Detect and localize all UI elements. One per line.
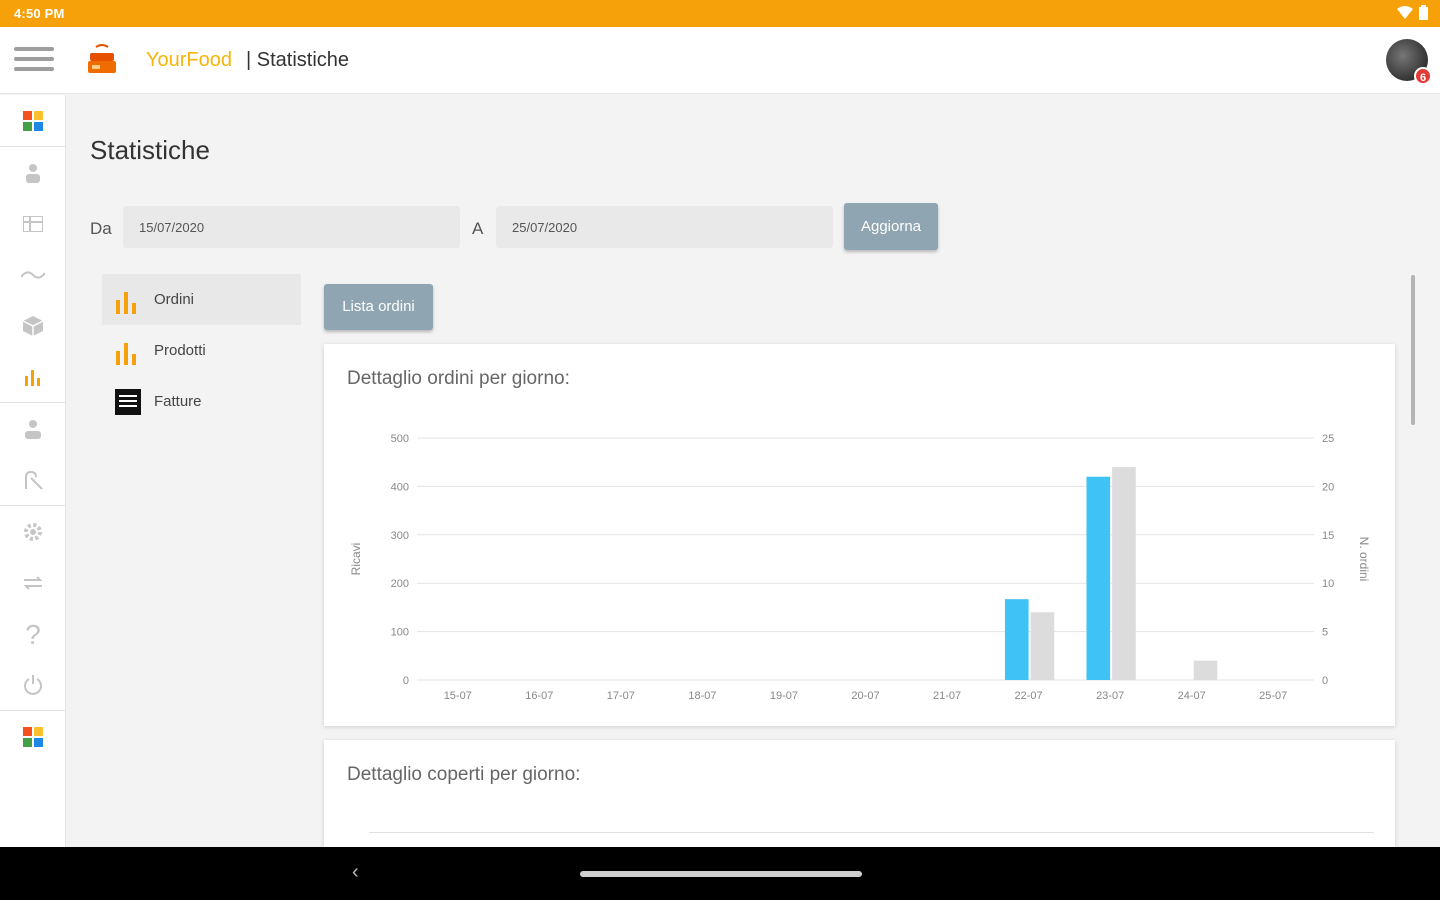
yourfood-logo xyxy=(88,44,116,73)
menu-icon[interactable] xyxy=(14,47,54,75)
notification-badge: 6 xyxy=(1414,67,1432,85)
from-date-field[interactable] xyxy=(123,206,460,248)
submenu-item-label: Fatture xyxy=(154,393,202,410)
person-icon xyxy=(25,163,40,183)
y2-tick-label: 5 xyxy=(1322,627,1328,639)
y-tick-label: 0 xyxy=(403,675,409,687)
help-icon: ? xyxy=(25,620,41,648)
update-button[interactable]: Aggiorna xyxy=(844,203,938,250)
bar-chart-icon xyxy=(114,286,142,314)
status-bar: 4:50 PM xyxy=(0,0,1440,27)
y2-axis-label: N. ordini xyxy=(1357,537,1371,582)
avatar[interactable]: 6 xyxy=(1386,39,1432,85)
box-icon xyxy=(22,315,43,336)
rail-item-tables[interactable] xyxy=(0,198,65,249)
app-bar: YourFood | Statistiche 6 xyxy=(0,27,1440,94)
chart-gridline xyxy=(369,832,1374,833)
chart-bar-revenue xyxy=(1086,476,1111,680)
rail-item-help[interactable]: ? xyxy=(0,608,65,659)
rail-item-orders[interactable] xyxy=(0,249,65,300)
rail-item-apps[interactable] xyxy=(0,711,65,762)
system-icons xyxy=(1397,5,1428,20)
brand-name: YourFood xyxy=(146,49,232,71)
submenu-item-label: Prodotti xyxy=(154,342,206,359)
y2-tick-label: 10 xyxy=(1322,578,1334,590)
y2-tick-label: 15 xyxy=(1322,530,1334,542)
svg-text:?: ? xyxy=(25,620,41,648)
to-date-field[interactable] xyxy=(496,206,833,248)
navigation-rail: ? xyxy=(0,95,66,847)
route-icon xyxy=(20,270,45,279)
power-icon xyxy=(23,674,42,695)
dashboard-icon xyxy=(22,110,43,131)
x-tick-label: 15-07 xyxy=(444,690,472,702)
y-tick-label: 200 xyxy=(391,578,409,590)
chart-bar-orders xyxy=(1030,612,1055,680)
home-handle[interactable] xyxy=(580,871,862,877)
y2-tick-label: 25 xyxy=(1322,433,1334,445)
y-axis-label: Ricavi xyxy=(349,543,363,576)
x-tick-label: 25-07 xyxy=(1259,690,1287,702)
x-tick-label: 21-07 xyxy=(933,690,961,702)
status-time: 4:50 PM xyxy=(14,6,65,21)
scrollbar[interactable] xyxy=(1411,275,1415,425)
submenu-item-label: Ordini xyxy=(154,291,195,308)
chart-bar-revenue xyxy=(1004,599,1029,680)
rail-item-statistics[interactable] xyxy=(0,351,65,402)
x-tick-label: 19-07 xyxy=(770,690,798,702)
rail-item-customers[interactable] xyxy=(0,147,65,198)
bar-chart-icon xyxy=(114,337,142,365)
swap-icon xyxy=(23,575,42,590)
x-tick-label: 22-07 xyxy=(1015,690,1043,702)
touch-icon xyxy=(24,470,43,490)
y-tick-label: 400 xyxy=(391,481,409,493)
y2-tick-label: 20 xyxy=(1322,481,1334,493)
submenu-item-products[interactable]: Prodotti xyxy=(102,325,301,376)
wifi-icon xyxy=(1397,6,1413,19)
apps-icon xyxy=(22,726,43,747)
app-bar-section: | Statistiche xyxy=(246,49,350,71)
bar-chart-icon xyxy=(24,369,40,386)
page-title: Statistiche xyxy=(90,135,210,165)
x-tick-label: 24-07 xyxy=(1178,690,1206,702)
x-tick-label: 23-07 xyxy=(1096,690,1124,702)
x-tick-label: 20-07 xyxy=(851,690,879,702)
chart-bar-orders xyxy=(1112,467,1136,680)
y-tick-label: 500 xyxy=(391,433,409,445)
y-tick-label: 300 xyxy=(391,530,409,542)
stats-submenu: Ordini Prodotti Fatture xyxy=(102,274,301,427)
x-tick-label: 18-07 xyxy=(688,690,716,702)
from-label: Da xyxy=(90,219,112,238)
rail-item-products[interactable] xyxy=(0,300,65,351)
invoice-icon xyxy=(114,388,142,416)
orders-chart-card: Dettaglio ordini per giorno: 0 100 200 300 4… xyxy=(324,344,1395,726)
orders-list-button[interactable]: Lista ordini xyxy=(324,284,433,330)
submenu-item-orders[interactable]: Ordini xyxy=(102,274,301,325)
rail-item-logout[interactable] xyxy=(0,659,65,710)
rail-item-sync[interactable] xyxy=(0,557,65,608)
y-tick-label: 100 xyxy=(391,627,409,639)
battery-icon xyxy=(1419,5,1428,20)
y2-tick-label: 0 xyxy=(1322,675,1328,687)
card-title: Dettaglio coperti per giorno: xyxy=(347,764,581,785)
x-tick-label: 16-07 xyxy=(525,690,553,702)
to-label: A xyxy=(472,219,484,238)
x-tick-label: 17-07 xyxy=(607,690,635,702)
system-nav-bar: ‹ xyxy=(0,847,1440,900)
rail-item-profile[interactable] xyxy=(0,403,65,454)
chart-bar-orders xyxy=(1193,660,1218,680)
main-content: Statistiche Da A Aggiorna Ordini Prodott… xyxy=(67,95,1440,847)
table-icon xyxy=(22,215,43,232)
rail-item-dashboard[interactable] xyxy=(0,95,65,146)
back-icon[interactable]: ‹ xyxy=(352,861,359,884)
orders-chart: 0 100 200 300 400 500 0 5 10 15 20 25 Ricavi N. ordin… xyxy=(349,433,1371,702)
submenu-item-invoices[interactable]: Fatture xyxy=(102,376,301,427)
gear-icon xyxy=(23,522,42,541)
account-icon xyxy=(24,419,41,439)
rail-item-delivery[interactable] xyxy=(0,454,65,505)
rail-item-settings[interactable] xyxy=(0,506,65,557)
covers-chart-card: Dettaglio coperti per giorno: xyxy=(324,740,1395,847)
